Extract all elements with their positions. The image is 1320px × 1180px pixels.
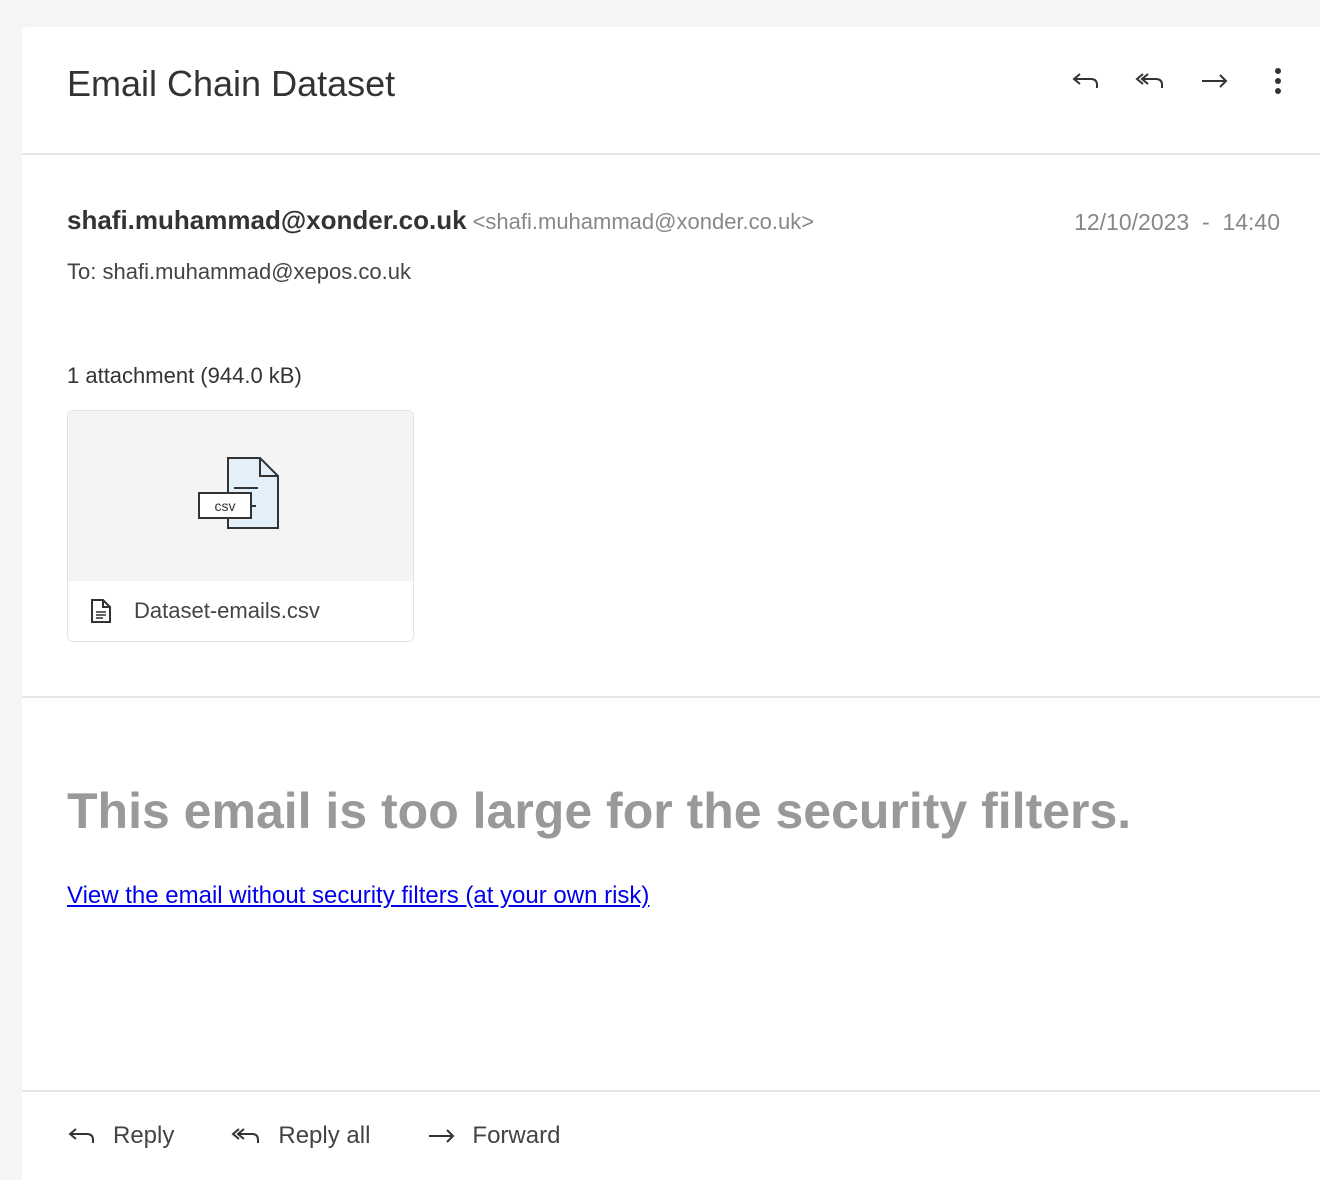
forward-icon [429,1129,455,1143]
footer-actions: Reply Reply all Forward [22,1092,1320,1180]
attachment-tile[interactable]: csv Dataset-emails.csv [67,410,414,642]
email-view: Email Chain Dataset shafi.muhammad@xonde… [22,27,1320,1180]
forward-label: Forward [472,1122,561,1149]
forward-button[interactable]: Forward [426,1122,560,1150]
recipients: To: shafi.muhammad@xepos.co.uk [67,259,411,285]
email-header: Email Chain Dataset [22,27,1320,155]
date: 12/10/2023 [1074,209,1190,235]
sender-address: <shafi.muhammad@xonder.co.uk> [472,209,815,234]
forward-icon[interactable] [1196,63,1232,99]
document-icon [91,599,111,623]
sender-name[interactable]: shafi.muhammad@xonder.co.uk [67,205,467,235]
attachment-name-row: Dataset-emails.csv [68,581,413,641]
sender: shafi.muhammad@xonder.co.uk <shafi.muhamm… [67,205,814,236]
email-subject: Email Chain Dataset [67,63,396,104]
csv-file-icon: csv [197,457,279,529]
date-separator: - [1201,209,1210,235]
view-unfiltered-link[interactable]: View the email without security filters … [67,882,649,910]
attachment-summary: 1 attachment (944.0 kB) [67,363,302,388]
attachment-preview: csv [68,411,413,581]
reply-icon[interactable] [1068,63,1104,99]
security-warning: This email is too large for the security… [67,783,1132,839]
message-body: This email is too large for the security… [22,698,1320,1092]
to-label: To: [67,259,97,284]
reply-icon [68,1128,94,1143]
header-actions [1068,63,1296,99]
reply-all-icon [231,1128,260,1143]
reply-label: Reply [113,1122,175,1149]
more-vertical-icon[interactable] [1260,63,1296,99]
to-address[interactable]: shafi.muhammad@xepos.co.uk [102,259,410,284]
reply-all-icon[interactable] [1132,63,1168,99]
attachment-file-name: Dataset-emails.csv [134,598,320,623]
reply-all-label: Reply all [278,1122,371,1149]
time: 14:40 [1222,209,1280,235]
reply-button[interactable]: Reply [67,1122,174,1150]
message-meta: shafi.muhammad@xonder.co.uk <shafi.muhamm… [22,155,1320,698]
reply-all-button[interactable]: Reply all [230,1122,370,1150]
timestamp: 12/10/2023 - 14:40 [1074,209,1280,236]
csv-badge: csv [214,498,235,514]
